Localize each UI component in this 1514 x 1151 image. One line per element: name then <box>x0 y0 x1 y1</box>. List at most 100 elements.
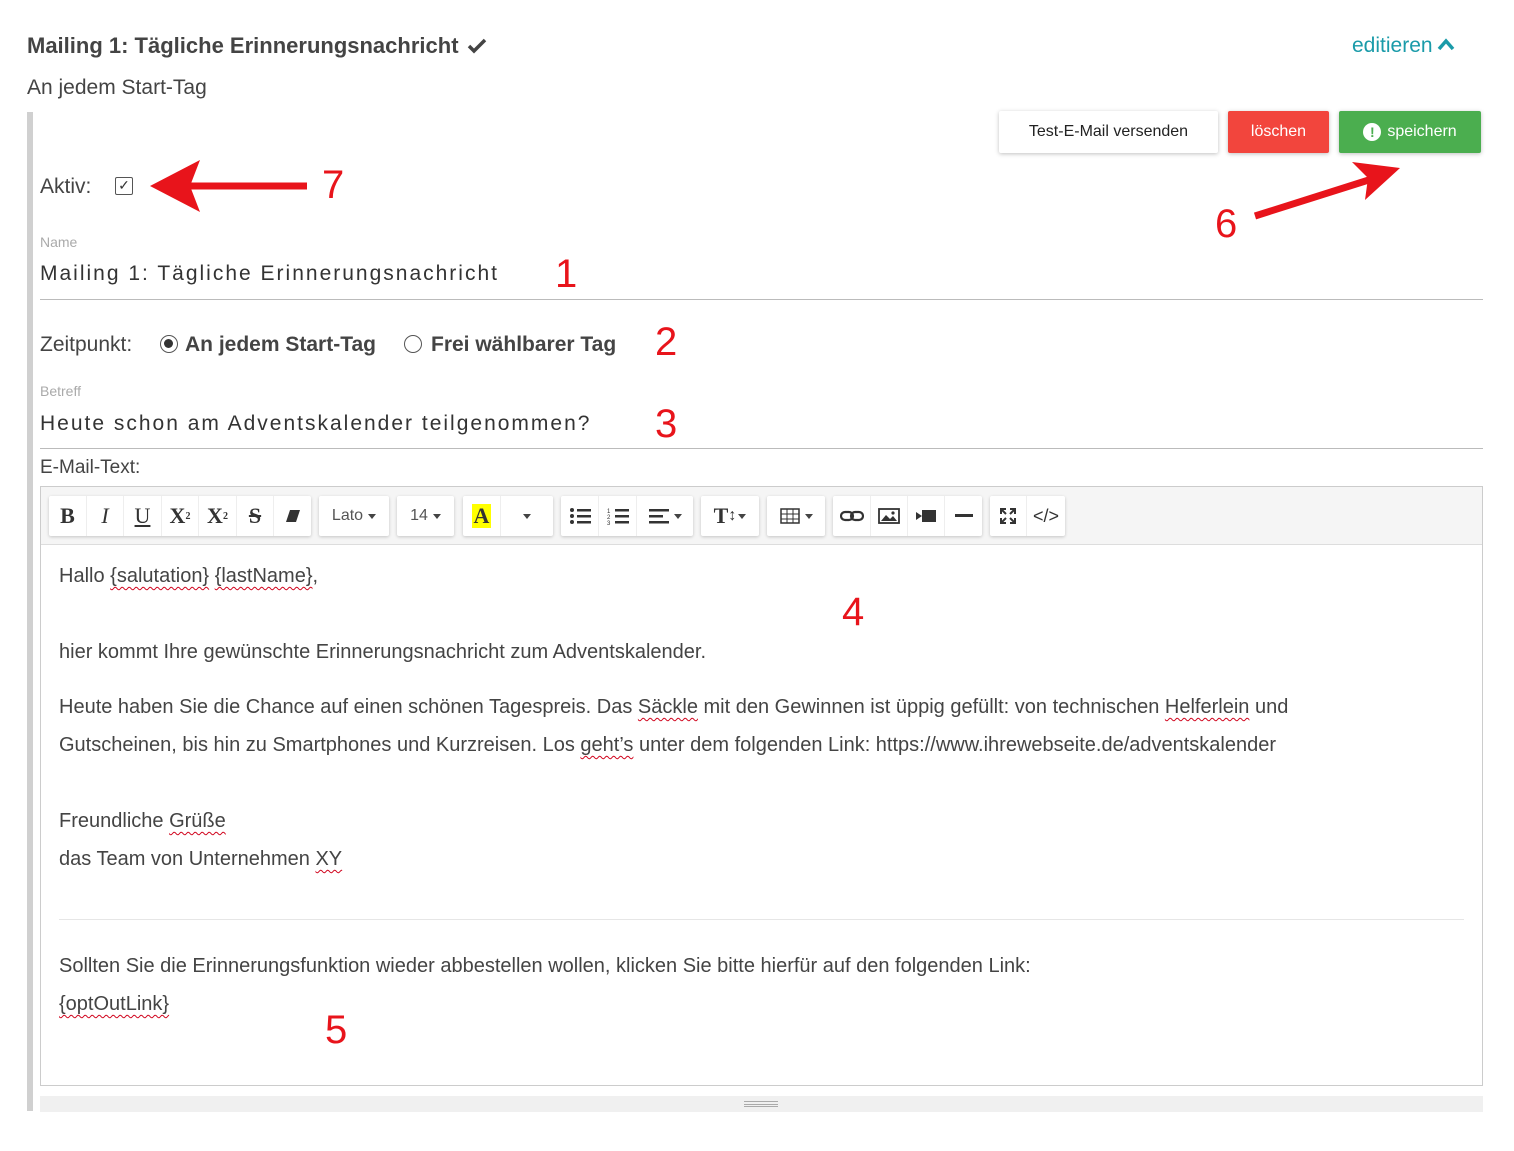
toolbar-group-view: </> <box>990 496 1065 536</box>
optout-placeholder: {optOutLink} <box>59 993 170 1015</box>
email-text-label: E-Mail-Text: <box>40 457 141 478</box>
betreff-field-underline <box>40 448 1483 449</box>
name-field-underline <box>40 299 1483 300</box>
arrow-6-shaft <box>1253 174 1377 220</box>
font-size-dropdown[interactable]: 14 <box>397 496 454 536</box>
salutation-placeholder: {salutation} <box>110 565 210 587</box>
aktiv-label: Aktiv: <box>40 175 92 198</box>
font-family-value: Lato <box>331 507 364 524</box>
annotation-7: 7 <box>322 163 345 207</box>
color-dropdown-button[interactable] <box>501 496 553 536</box>
intro-paragraph: hier kommt Ihre gewünschte Erinnerungsna… <box>59 641 707 663</box>
closing-text-a: Freundliche <box>59 810 170 832</box>
editor-resize-handle[interactable] <box>40 1096 1483 1112</box>
table-dropdown[interactable] <box>767 496 825 536</box>
code-view-icon[interactable]: </> <box>1027 496 1065 536</box>
prize-text-c: mit den Gewinnen ist üppig gefüllt: von … <box>697 696 1165 718</box>
eraser-icon[interactable] <box>274 496 311 536</box>
team-text-b: XY <box>315 848 343 870</box>
annotation-5: 5 <box>325 1008 348 1052</box>
grip-icon <box>744 1101 778 1107</box>
text-height-icon[interactable]: T ↕ <box>701 496 759 536</box>
prize-text-d: Helferlein <box>1164 696 1250 718</box>
annotation-6: 6 <box>1215 202 1238 246</box>
delete-label: löschen <box>1250 123 1307 140</box>
team-text-a: das Team von Unternehmen <box>59 848 316 870</box>
delete-button[interactable]: löschen <box>1228 111 1329 153</box>
arrow-7-head <box>150 160 200 212</box>
prize-text-f: Gutscheinen, bis hin zu Smartphones und … <box>59 734 581 756</box>
link-icon[interactable] <box>833 496 871 536</box>
prize-text-a: Heute haben Sie die Chance auf einen sch… <box>59 696 638 718</box>
name-field[interactable]: Mailing 1: Tägliche Erinnerungsnachricht <box>40 262 499 286</box>
editor-toolbar: B I U X2 X2 S Lato 14 A 123 T ↕ </> <box>41 487 1482 545</box>
save-label: speichern <box>1387 123 1457 140</box>
toolbar-group-lists: 123 <box>561 496 693 536</box>
bold-button[interactable]: B <box>49 496 87 536</box>
align-dropdown-icon[interactable] <box>637 496 693 536</box>
italic-button[interactable]: I <box>87 496 124 536</box>
greeting-suffix: , <box>312 565 319 587</box>
name-field-label: Name <box>40 234 78 250</box>
prize-text-b: Säckle <box>637 696 698 718</box>
mailing-title: Mailing 1: Tägliche Erinnerungsnachricht <box>27 33 487 61</box>
toolbar-group-color: A <box>463 496 553 536</box>
mailing-schedule-subtitle: An jedem Start-Tag <box>27 76 207 99</box>
annotation-4: 4 <box>842 590 865 634</box>
toolbar-group-formatting: B I U X2 X2 S <box>49 496 311 536</box>
arrow-6-head <box>1352 162 1400 200</box>
superscript-button[interactable]: X2 <box>162 496 199 536</box>
team-line: das Team von Unternehmen XY <box>59 840 1469 878</box>
email-body[interactable]: Hallo {salutation} {lastName}, hier komm… <box>59 557 1469 1023</box>
edit-link-label: editieren <box>1352 34 1433 57</box>
body-divider <box>59 919 1464 920</box>
font-family-dropdown[interactable]: Lato <box>319 496 389 536</box>
text-size-dropdown[interactable]: T ↕ <box>701 496 759 536</box>
prize-text-h: unter dem folgenden Link: https://www.ih… <box>633 734 1277 756</box>
exclamation-icon: ! <box>1363 123 1382 141</box>
closing-line: Freundliche Grüße <box>59 802 1469 840</box>
prize-text-e: und <box>1249 696 1289 718</box>
table-icon[interactable] <box>767 496 825 536</box>
image-icon[interactable] <box>871 496 908 536</box>
optout-placeholder-line: {optOutLink} <box>59 985 1469 1023</box>
strikethrough-button[interactable]: S <box>237 496 274 536</box>
radio-start-tag[interactable] <box>160 335 178 353</box>
radio-selected-dot <box>164 339 173 348</box>
subscript-button[interactable]: X2 <box>199 496 237 536</box>
svg-text:3: 3 <box>607 521 611 525</box>
edit-link[interactable]: editieren <box>1352 34 1455 58</box>
betreff-field[interactable]: Heute schon am Adventskalender teilgenom… <box>40 412 591 436</box>
radio-start-tag-label[interactable]: An jedem Start-Tag <box>185 333 376 357</box>
save-button[interactable]: ! speichern <box>1339 111 1481 153</box>
underline-button[interactable]: U <box>124 496 162 536</box>
video-icon[interactable] <box>908 496 945 536</box>
section-left-border <box>27 112 33 1111</box>
lastname-placeholder: {lastName} <box>214 565 313 587</box>
aktiv-checkbox[interactable]: ✓ <box>115 177 133 195</box>
numbered-list-icon[interactable]: 123 <box>599 496 637 536</box>
annotation-3: 3 <box>655 402 678 446</box>
mailing-title-text: Mailing 1: Tägliche Erinnerungsnachricht <box>27 33 459 58</box>
optout-line: Sollten Sie die Erinnerungsfunktion wied… <box>59 955 1031 977</box>
chevron-up-icon <box>1437 38 1454 51</box>
zeitpunkt-label: Zeitpunkt: <box>40 333 133 356</box>
send-test-email-button[interactable]: Test-E-Mail versenden <box>999 111 1218 153</box>
horizontal-rule-icon[interactable] <box>945 496 982 536</box>
email-editor: B I U X2 X2 S Lato 14 A 123 T ↕ </> Hall… <box>40 486 1483 1086</box>
radio-free-day[interactable] <box>404 335 422 353</box>
fullscreen-icon[interactable] <box>990 496 1027 536</box>
send-test-email-label: Test-E-Mail versenden <box>1028 123 1189 140</box>
prize-text-g: geht’s <box>580 734 634 756</box>
greeting-prefix: Hallo <box>59 565 111 587</box>
bullet-list-icon[interactable] <box>561 496 599 536</box>
annotation-2: 2 <box>655 320 678 364</box>
annotation-1: 1 <box>555 252 578 296</box>
font-size-value: 14 <box>410 507 428 524</box>
radio-free-day-label[interactable]: Frei wählbarer Tag <box>431 333 616 357</box>
highlight-color-button[interactable]: A <box>463 496 501 536</box>
prize-paragraph-line1: Heute haben Sie die Chance auf einen sch… <box>59 688 1469 726</box>
